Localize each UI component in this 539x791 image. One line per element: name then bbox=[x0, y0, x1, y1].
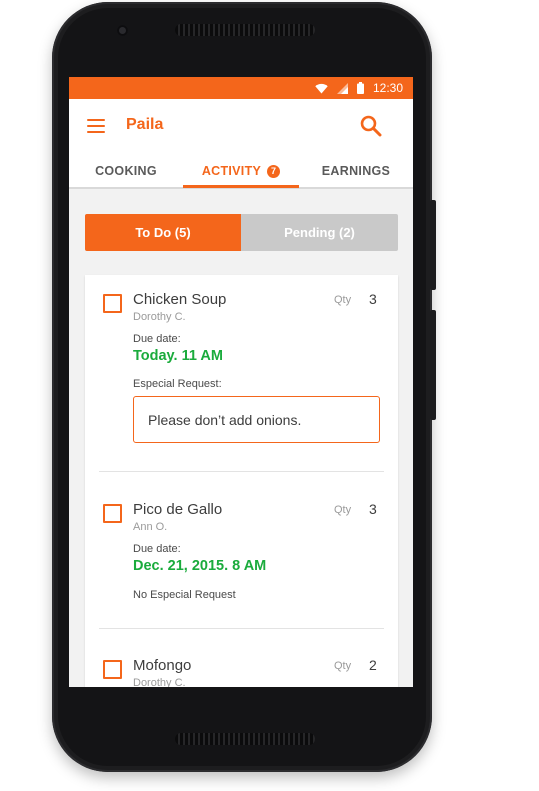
order-checkbox[interactable] bbox=[103, 660, 122, 679]
orders-card: Chicken Soup Dorothy C. Qty 3 Due date: … bbox=[85, 275, 398, 687]
order-checkbox[interactable] bbox=[103, 294, 122, 313]
todo-filter-button[interactable]: To Do (5) bbox=[85, 214, 241, 251]
tab-label: COOKING bbox=[95, 164, 157, 178]
tab-label: EARNINGS bbox=[321, 164, 391, 178]
tab-activity[interactable]: ACTIVITY 7 bbox=[183, 155, 299, 187]
status-icons: 12:30 bbox=[315, 77, 403, 99]
order-item-name: Chicken Soup bbox=[133, 291, 227, 308]
due-date-value: Dec. 21, 2015. 8 AM bbox=[133, 558, 267, 574]
no-special-request-note: No Especial Request bbox=[133, 589, 236, 601]
front-camera bbox=[117, 25, 128, 36]
status-time: 12:30 bbox=[372, 81, 403, 95]
pending-filter-button[interactable]: Pending (2) bbox=[241, 214, 398, 251]
special-request-field[interactable]: Please don’t add onions. bbox=[133, 396, 380, 443]
special-request-label: Especial Request: bbox=[133, 378, 222, 390]
app-screen: 12:30 Paila COOKING ACTIVITY 7 EARNINGS … bbox=[69, 77, 413, 687]
activity-count-badge: 7 bbox=[267, 164, 281, 178]
order-checkbox[interactable] bbox=[103, 504, 122, 523]
order-customer: Dorothy C. bbox=[133, 311, 186, 323]
due-date-value: Today. 11 AM bbox=[133, 348, 223, 364]
qty-value: 3 bbox=[369, 291, 377, 307]
due-date-label: Due date: bbox=[133, 333, 181, 345]
qty-label: Qty bbox=[334, 294, 352, 306]
signal-icon bbox=[336, 82, 348, 94]
wifi-icon bbox=[315, 83, 328, 93]
app-title: Paila bbox=[126, 116, 164, 133]
power-button bbox=[430, 200, 436, 290]
due-date-label: Due date: bbox=[133, 543, 181, 555]
app-bar: Paila bbox=[69, 99, 413, 155]
volume-button bbox=[430, 310, 436, 420]
tab-bar: COOKING ACTIVITY 7 EARNINGS bbox=[69, 155, 413, 189]
tab-earnings[interactable]: EARNINGS bbox=[299, 155, 413, 187]
menu-icon[interactable] bbox=[87, 119, 105, 133]
tab-cooking[interactable]: COOKING bbox=[69, 155, 183, 187]
special-request-text: Please don’t add onions. bbox=[148, 411, 302, 428]
order-item-name: Mofongo bbox=[133, 657, 192, 674]
qty-label: Qty bbox=[334, 660, 352, 672]
bottom-speaker bbox=[175, 733, 315, 745]
order-customer: Dorothy C. bbox=[133, 677, 186, 687]
qty-value: 3 bbox=[369, 501, 377, 517]
battery-icon bbox=[356, 82, 364, 94]
status-filter: To Do (5) Pending (2) bbox=[85, 214, 398, 251]
tab-label: ACTIVITY bbox=[201, 164, 262, 178]
order-customer: Ann O. bbox=[133, 521, 168, 533]
order-divider bbox=[99, 471, 384, 472]
top-speaker bbox=[175, 24, 315, 36]
qty-label: Qty bbox=[334, 504, 352, 516]
status-bar: 12:30 bbox=[69, 77, 413, 99]
active-tab-indicator bbox=[183, 185, 299, 188]
order-divider bbox=[99, 628, 384, 629]
order-item-name: Pico de Gallo bbox=[133, 501, 223, 518]
qty-value: 2 bbox=[369, 657, 377, 673]
search-icon[interactable] bbox=[360, 115, 382, 137]
